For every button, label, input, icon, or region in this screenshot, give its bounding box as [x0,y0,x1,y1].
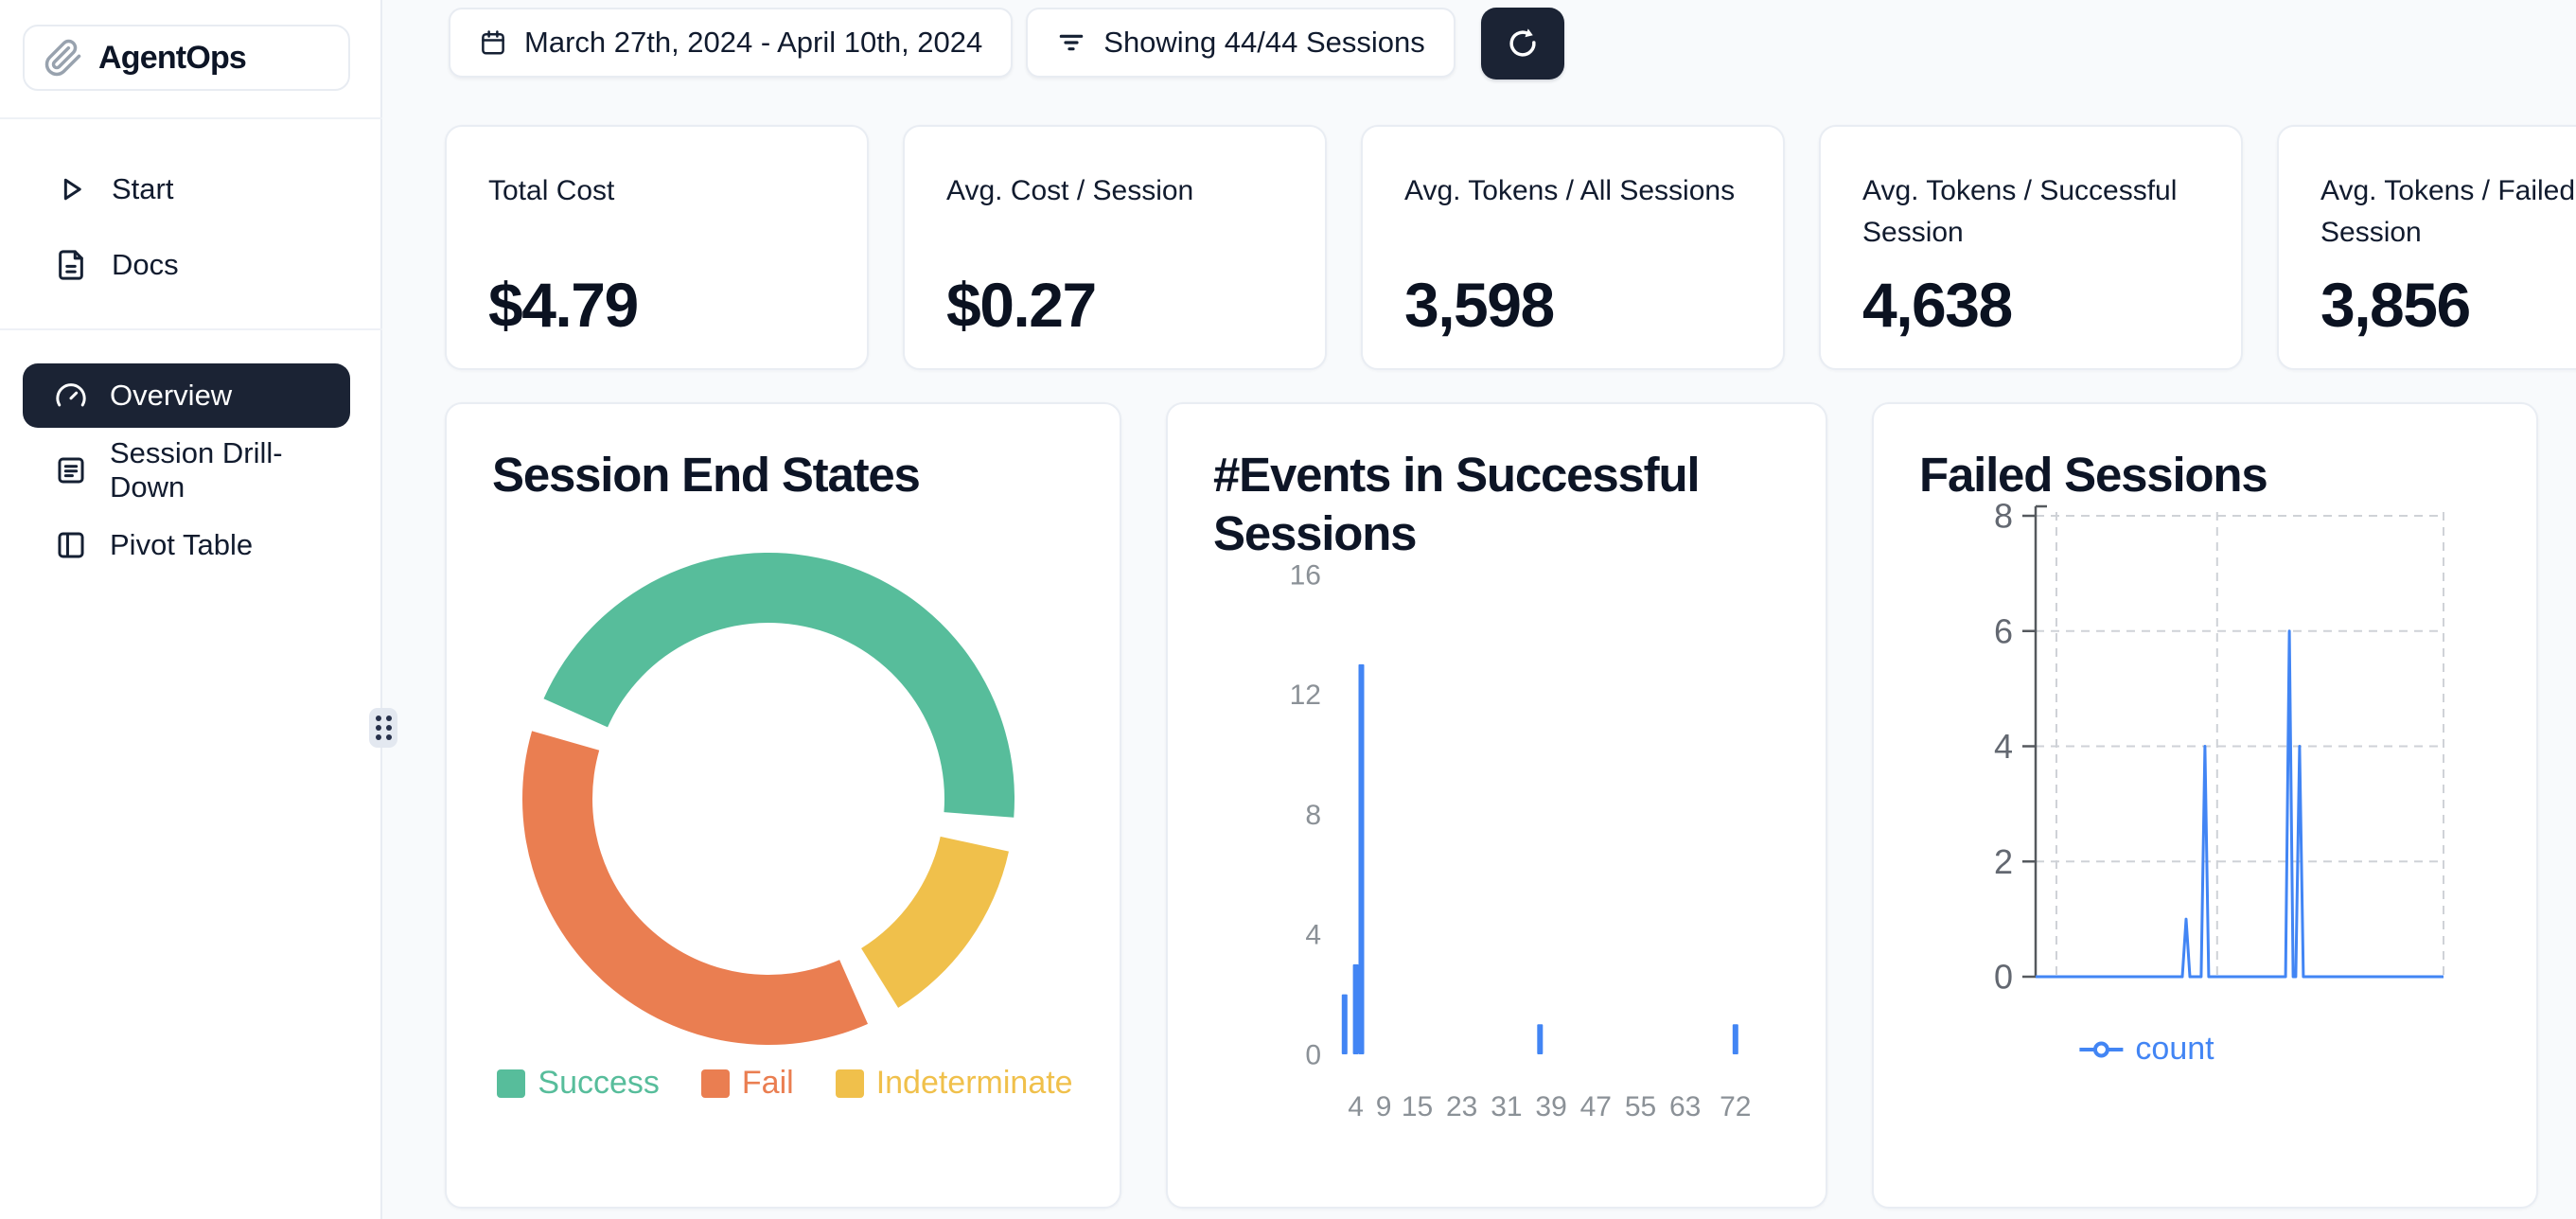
donut-legend: Success Fail Indeterminate [447,1065,1121,1102]
y-tick-label: 0 [1305,1040,1321,1071]
sidebar-divider-mid [0,328,382,330]
x-tick-label: 55 [1625,1091,1656,1122]
donut-segment-success[interactable] [543,553,1015,818]
legend-item-success[interactable]: Success [497,1065,660,1102]
sidebar-item-overview[interactable]: Overview [23,363,350,428]
toolbar: March 27th, 2024 - April 10th, 2024 Show… [449,8,1564,80]
sidebar-item-label: Start [112,172,173,206]
y-tick-label: 4 [1994,727,2013,766]
y-tick-label: 4 [1305,920,1321,951]
session-end-states-card: Session End States SuccessFailIndetermin… [445,402,1121,1209]
brand-name: AgentOps [98,40,246,77]
gauge-icon [55,380,87,412]
stat-card-avg-tokens-failed-session: Avg. Tokens / Failed Session 3,856 [2277,125,2576,370]
y-tick-label: 12 [1290,680,1321,711]
sidebar: AgentOps Start Docs Overview Session Drill… [0,0,382,1219]
events-histogram-card: #Events in Successful Sessions 048121649… [1166,402,1827,1209]
stat-label: Avg. Tokens / All Sessions [1404,170,1741,257]
x-tick-label: 9 [1376,1091,1392,1122]
stat-card-total-cost: Total Cost $4.79 [445,125,869,370]
y-tick-label: 0 [1994,958,2013,997]
y-tick-label: 8 [1994,497,2013,536]
x-tick-label: 31 [1491,1091,1522,1122]
sidebar-resize-handle[interactable] [369,708,397,748]
stat-value: 3,598 [1404,269,1741,341]
x-tick-label: 23 [1446,1091,1477,1122]
bar-x72[interactable] [1733,1024,1738,1054]
x-tick-label: 72 [1720,1091,1751,1122]
date-range-button[interactable]: March 27th, 2024 - April 10th, 2024 [449,8,1013,78]
sidebar-secondary: Overview Session Drill-Down Pivot Table [23,363,350,588]
legend-label: Success [538,1065,660,1102]
y-tick-label: 2 [1994,842,2013,881]
brand-logo[interactable]: AgentOps [23,25,350,91]
panel-icon [55,529,87,561]
main-content: March 27th, 2024 - April 10th, 2024 Show… [382,0,2576,1219]
stat-card-avg-tokens-all-sessions: Avg. Tokens / All Sessions 3,598 [1361,125,1785,370]
stat-card-avg-cost-session: Avg. Cost / Session $0.27 [903,125,1327,370]
stat-cards-row: Total Cost$4.79Avg. Cost / Session$0.27A… [445,125,2538,370]
legend-label: Fail [742,1065,794,1102]
play-icon [55,173,87,205]
donut-segment-fail[interactable] [522,731,868,1045]
stat-label: Total Cost [488,170,825,257]
donut-segment-indeterminate[interactable] [861,837,1009,1008]
failed-sessions-card: Failed Sessions 02468 count [1872,402,2538,1209]
date-range-label: March 27th, 2024 - April 10th, 2024 [524,26,982,60]
bar-x37[interactable] [1537,1024,1543,1054]
stat-value: 4,638 [1862,269,2199,341]
count-legend[interactable]: count [2078,1031,2214,1068]
sidebar-item-label: Pivot Table [110,528,253,562]
legend-swatch [836,1069,864,1098]
events-histogram-chart: 0481216491523313947556372 [1168,404,1827,1207]
x-tick-label: 63 [1669,1091,1701,1122]
failed-sessions-chart: 0 2 4 6 8 [1874,404,2538,1207]
sessions-filter-label: Showing 44/44 Sessions [1103,26,1425,60]
count-line [2036,631,2444,977]
filter-icon [1056,27,1086,58]
refresh-icon [1505,26,1541,62]
calendar-icon [479,28,507,57]
stat-label: Avg. Tokens / Successful Session [1862,170,2199,257]
refresh-button[interactable] [1481,8,1564,80]
sidebar-divider-top [0,117,382,119]
sidebar-item-label: Docs [112,248,179,282]
stat-label: Avg. Cost / Session [946,170,1283,257]
sidebar-item-pivot-table[interactable]: Pivot Table [23,513,350,577]
x-tick-label: 4 [1348,1091,1364,1122]
legend-item-fail[interactable]: Fail [701,1065,794,1102]
y-tick-label: 16 [1290,559,1321,591]
sessions-filter-button[interactable]: Showing 44/44 Sessions [1026,8,1456,78]
stat-value: $4.79 [488,269,825,341]
sidebar-item-docs[interactable]: Docs [0,227,382,303]
x-tick-label: 15 [1402,1091,1433,1122]
legend-swatch [701,1069,730,1098]
stat-value: 3,856 [2320,269,2576,341]
stat-value: $0.27 [946,269,1283,341]
x-tick-label: 47 [1580,1091,1612,1122]
count-legend-label: count [2135,1031,2214,1068]
bar-x2[interactable] [1342,995,1348,1054]
bar-x4[interactable] [1353,964,1359,1054]
stat-card-avg-tokens-successful-session: Avg. Tokens / Successful Session 4,638 [1819,125,2243,370]
sidebar-item-start[interactable]: Start [0,151,382,227]
chart-cards-row: Session End States SuccessFailIndetermin… [445,402,2538,1209]
list-icon [55,454,87,486]
y-tick-label: 8 [1305,800,1321,831]
document-icon [55,249,87,281]
paperclip-icon [44,38,83,78]
x-tick-label: 39 [1535,1091,1566,1122]
sidebar-primary: Start Docs [0,151,382,303]
bar-x5[interactable] [1359,664,1365,1054]
sidebar-item-label: Overview [110,379,232,413]
sidebar-item-session-drill-down[interactable]: Session Drill-Down [23,438,350,503]
legend-label: Indeterminate [876,1065,1073,1102]
sidebar-item-label: Session Drill-Down [110,436,350,504]
legend-swatch [497,1069,525,1098]
legend-item-indeterminate[interactable]: Indeterminate [836,1065,1073,1102]
line-marker-icon [2078,1039,2124,1060]
y-tick-label: 6 [1994,611,2013,650]
stat-label: Avg. Tokens / Failed Session [2320,170,2576,257]
